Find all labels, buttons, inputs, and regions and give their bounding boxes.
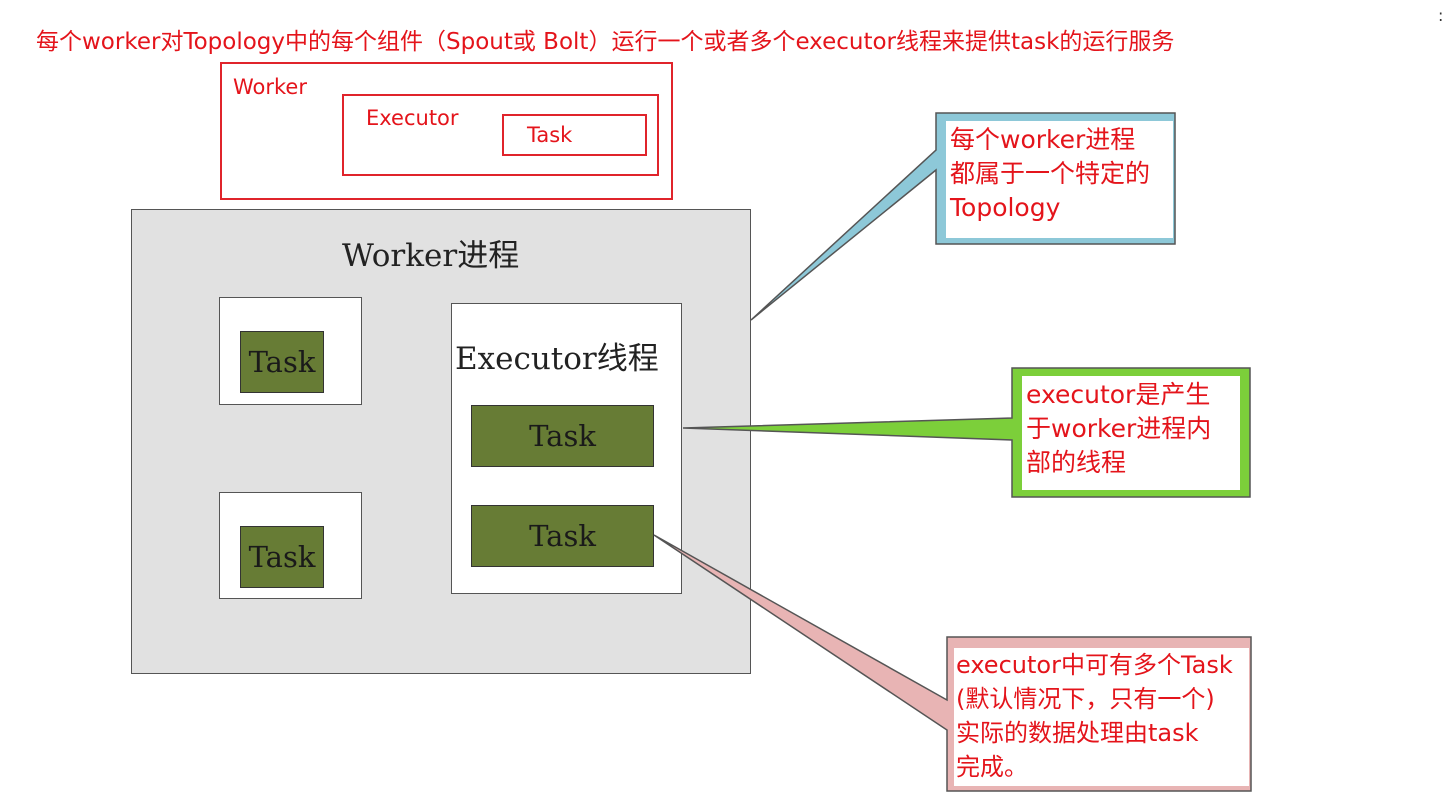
callout-line: 于worker进程内 (1026, 414, 1212, 443)
callout-line: 每个worker进程 (950, 125, 1136, 154)
callout-line: executor中可有多个Task (956, 651, 1233, 679)
callout-line: (默认情况下，只有一个) (956, 685, 1215, 713)
callout-line: executor是产生 (1026, 380, 1211, 409)
callout-pink-text: executor中可有多个Task (默认情况下，只有一个) 实际的数据处理由t… (954, 648, 1249, 786)
callout-line: 都属于一个特定的 (950, 159, 1151, 188)
callout-line: 实际的数据处理由task (956, 719, 1199, 747)
callout-blue-text: 每个worker进程 都属于一个特定的 Topology (946, 121, 1173, 238)
callout-line: Topology (950, 193, 1061, 222)
callout-line: 完成。 (956, 753, 1028, 781)
callout-green-text: executor是产生 于worker进程内 部的线程 (1022, 376, 1240, 490)
callout-line: 部的线程 (1026, 448, 1127, 477)
